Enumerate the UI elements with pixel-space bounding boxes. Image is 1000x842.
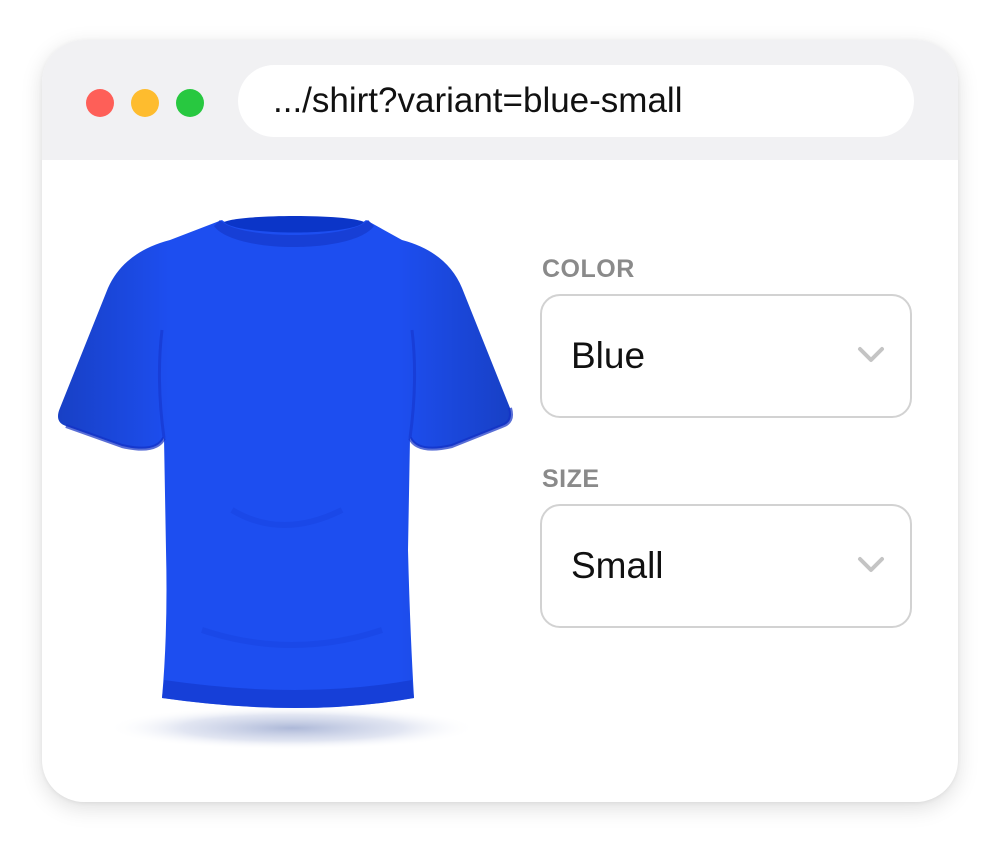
maximize-window-button[interactable]	[176, 89, 204, 117]
size-select[interactable]: Small	[540, 504, 912, 628]
minimize-window-button[interactable]	[131, 89, 159, 117]
browser-window: .../shirt?variant=blue-small COLOR Blue …	[42, 40, 958, 802]
address-bar[interactable]: .../shirt?variant=blue-small	[238, 65, 914, 137]
tshirt-image	[58, 216, 513, 750]
chevron-down-icon	[858, 557, 884, 572]
size-label: SIZE	[542, 465, 600, 493]
chevron-down-icon	[858, 347, 884, 362]
browser-titlebar: .../shirt?variant=blue-small	[42, 40, 958, 160]
color-select-value: Blue	[571, 335, 646, 376]
color-label: COLOR	[542, 255, 635, 283]
url-text: .../shirt?variant=blue-small	[273, 81, 683, 120]
size-select-value: Small	[571, 545, 664, 586]
close-window-button[interactable]	[86, 89, 114, 117]
color-select[interactable]: Blue	[540, 294, 912, 418]
shirt-shadow	[107, 706, 477, 750]
